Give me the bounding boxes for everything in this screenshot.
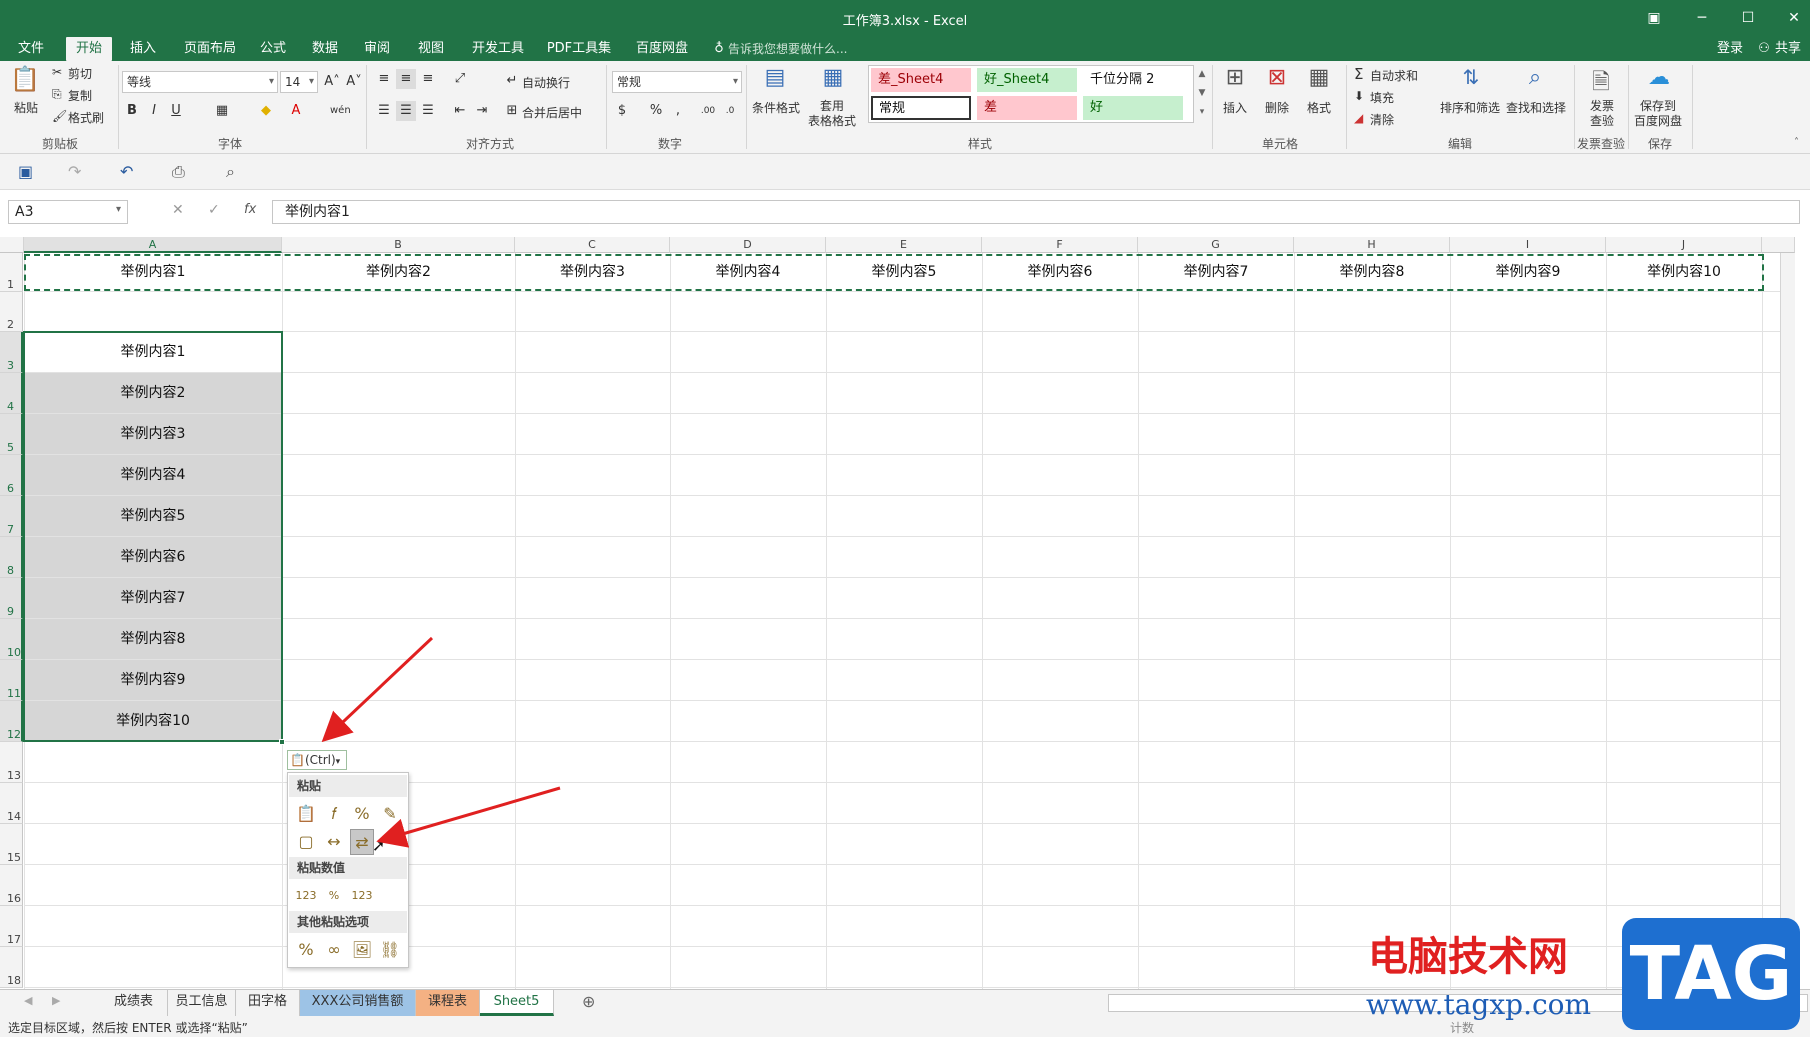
annotation-arrow xyxy=(321,636,434,743)
sheet-tab[interactable]: XXX公司销售额 xyxy=(300,990,416,1016)
add-sheet-icon[interactable]: ⊕ xyxy=(582,992,595,1011)
watermark-url: www.tagxp.com xyxy=(1366,988,1592,1021)
annotation-arrows xyxy=(321,636,561,848)
sheet-tab-active[interactable]: Sheet5 xyxy=(480,990,554,1016)
status-count-label: 计数 xyxy=(1450,1021,1475,1035)
watermark-tag-logo: TAG xyxy=(1622,918,1800,1030)
sheet-tab[interactable]: 课程表 xyxy=(416,990,480,1016)
watermark-title: 电脑技术网 xyxy=(1368,934,1568,980)
tab-scroll-left-icon[interactable]: ◀ xyxy=(24,994,32,1007)
status-bar: 选定目标区域，然后按 ENTER 或选择“粘贴” 计数 xyxy=(0,1019,1810,1037)
annotation-arrow xyxy=(376,786,561,848)
status-message: 选定目标区域，然后按 ENTER 或选择“粘贴” xyxy=(8,1021,248,1035)
tab-scroll-right-icon[interactable]: ▶ xyxy=(52,994,60,1007)
sheet-tab[interactable]: 员工信息 xyxy=(168,990,236,1016)
sheet-tab[interactable]: 田字格 xyxy=(236,990,300,1016)
sheet-tab[interactable]: 成绩表 xyxy=(100,990,168,1016)
